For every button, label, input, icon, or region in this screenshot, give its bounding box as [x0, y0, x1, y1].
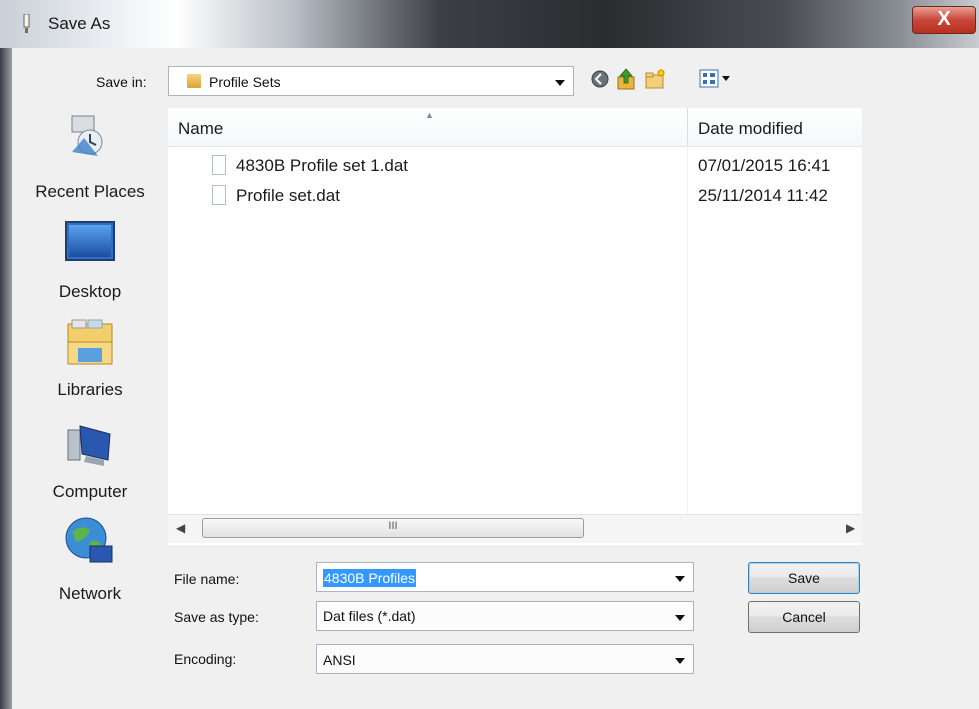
scroll-right-icon[interactable]: ▶: [846, 521, 855, 535]
file-icon: [212, 185, 226, 205]
file-row[interactable]: Profile set.dat 25/11/2014 11:42: [168, 183, 862, 209]
window-edge: [0, 48, 12, 709]
back-icon[interactable]: [590, 69, 610, 89]
save-in-dropdown[interactable]: Profile Sets: [168, 66, 574, 96]
column-header-date-modified[interactable]: Date modified: [698, 119, 803, 139]
libraries-icon: [67, 319, 113, 365]
file-list[interactable]: ▲ Name Date modified 4830B Profile set 1…: [168, 108, 862, 545]
save-in-value: Profile Sets: [209, 74, 281, 90]
close-icon: X: [937, 8, 951, 30]
window-title: Save As: [48, 14, 111, 33]
file-row[interactable]: 4830B Profile set 1.dat 07/01/2015 16:41: [168, 153, 862, 179]
scroll-left-icon[interactable]: ◀: [176, 521, 185, 535]
save-button[interactable]: Save: [748, 562, 860, 594]
column-header-name[interactable]: Name: [178, 119, 223, 139]
title-bar[interactable]: Save As X: [0, 0, 979, 48]
desktop-icon: [65, 221, 115, 261]
scrollbar-thumb[interactable]: III: [202, 518, 584, 538]
folder-icon: [187, 74, 201, 88]
save-as-type-value: Dat files (*.dat): [323, 608, 416, 624]
file-icon: [212, 155, 226, 175]
file-name-label: File name:: [174, 571, 240, 587]
file-name: 4830B Profile set 1.dat: [236, 156, 409, 175]
file-name-input[interactable]: 4830B Profiles: [316, 562, 694, 592]
new-folder-icon[interactable]: [644, 68, 666, 90]
horizontal-scrollbar[interactable]: ◀ III ▶: [168, 514, 862, 543]
save-in-label: Save in:: [96, 74, 147, 90]
recent-places-icon: [71, 115, 103, 156]
chevron-down-icon[interactable]: [675, 576, 685, 582]
places-bar: Recent Places Desktop Libraries Computer…: [12, 104, 168, 624]
encoding-value: ANSI: [323, 652, 356, 668]
list-header: ▲ Name Date modified: [168, 108, 862, 147]
place-label: Network: [58, 584, 122, 603]
network-icon: [65, 517, 113, 563]
grip-icon: III: [388, 520, 398, 532]
file-name: Profile set.dat: [236, 186, 340, 205]
file-date: 07/01/2015 16:41: [698, 156, 831, 175]
save-as-dialog: Save As X Save in: Profile Sets Recent P…: [0, 0, 979, 709]
place-label: Computer: [52, 482, 128, 501]
chevron-down-icon: [555, 80, 565, 86]
file-name-value: 4830B Profiles: [323, 569, 417, 587]
views-menu-icon[interactable]: [698, 68, 732, 90]
save-as-type-label: Save as type:: [174, 609, 259, 625]
chevron-down-icon: [675, 658, 685, 664]
file-date: 25/11/2014 11:42: [698, 186, 828, 205]
place-label: Libraries: [57, 380, 123, 399]
place-label: Recent Places: [35, 182, 145, 201]
column-divider[interactable]: [687, 108, 688, 146]
place-label: Desktop: [58, 282, 122, 301]
app-icon: [23, 14, 30, 33]
computer-icon: [67, 425, 111, 466]
encoding-dropdown[interactable]: ANSI: [316, 644, 694, 674]
up-folder-icon[interactable]: [616, 67, 638, 91]
sort-ascending-icon: ▲: [425, 110, 434, 120]
chevron-down-icon: [675, 615, 685, 621]
encoding-label: Encoding:: [174, 651, 237, 667]
save-as-type-dropdown[interactable]: Dat files (*.dat): [316, 601, 694, 631]
cancel-button[interactable]: Cancel: [748, 601, 860, 633]
close-button[interactable]: X: [912, 6, 976, 34]
